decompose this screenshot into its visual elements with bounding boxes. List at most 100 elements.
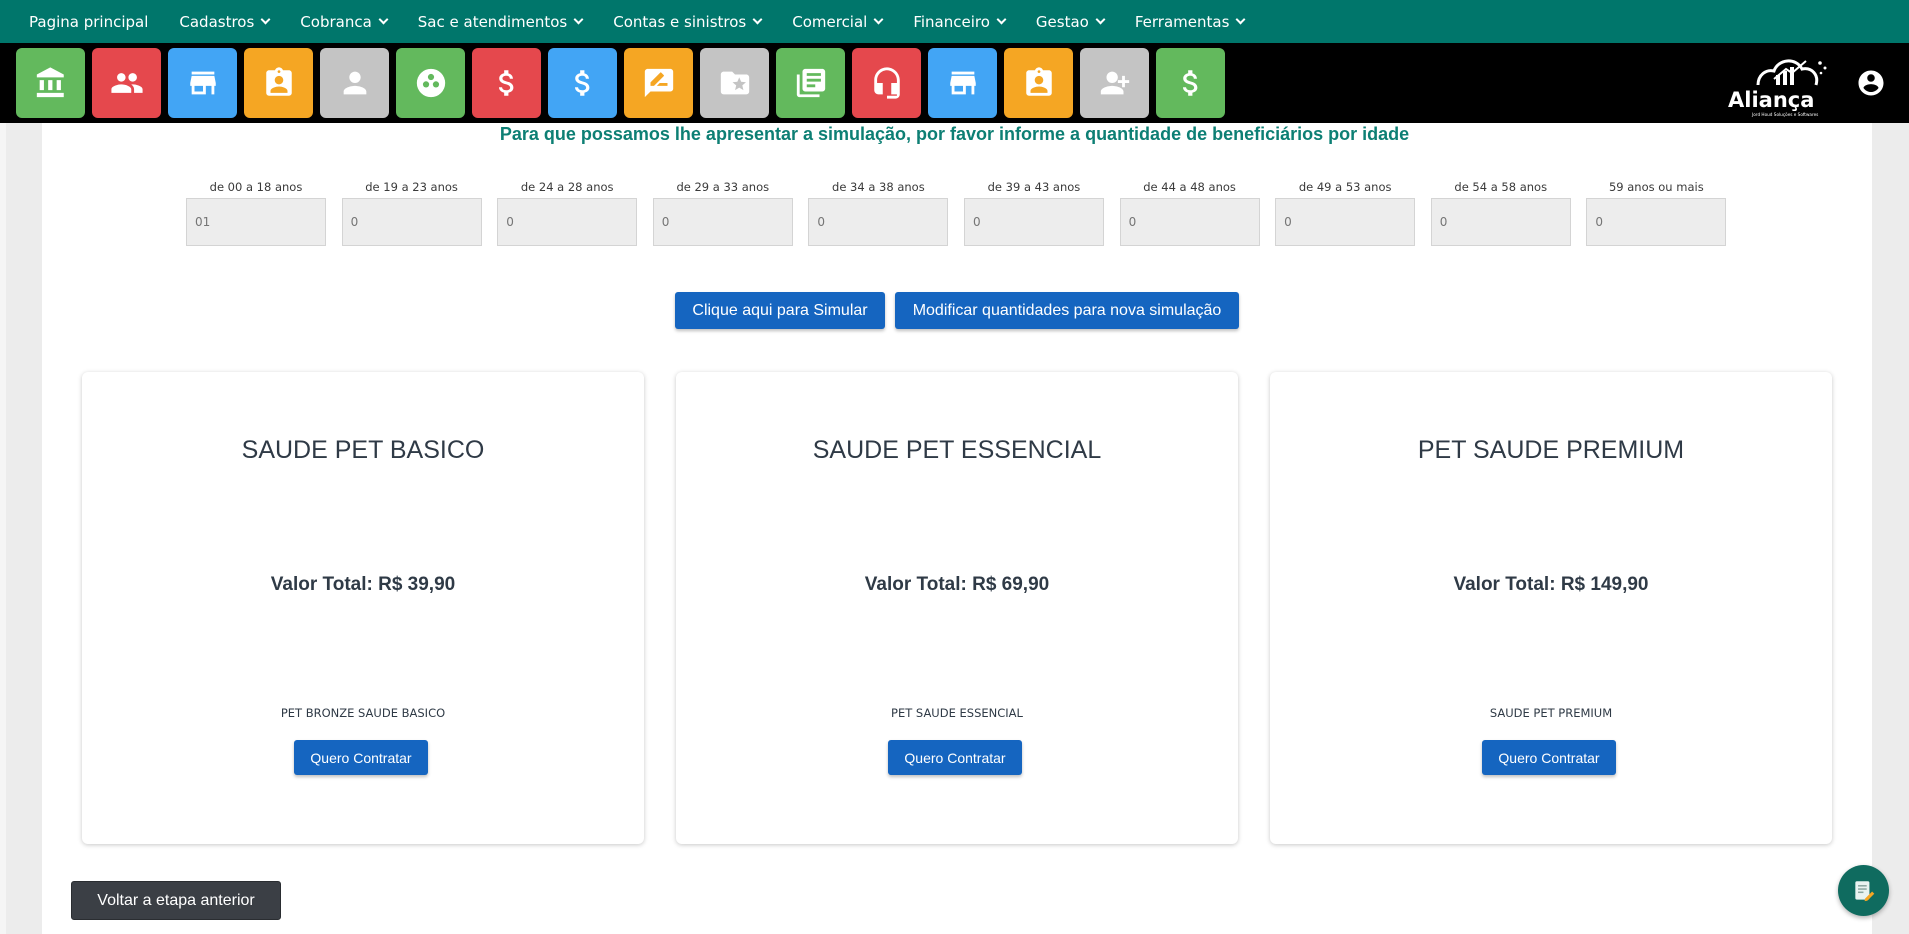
- chevron-down-icon: [378, 14, 389, 25]
- age-group-29-33: de 29 a 33 anos: [652, 180, 793, 246]
- age-quantity-input[interactable]: [808, 198, 949, 246]
- nav-label: Ferramentas: [1134, 12, 1230, 31]
- nav-financeiro[interactable]: Financeiro: [913, 12, 1007, 31]
- logo-text: Aliança: [1728, 88, 1814, 112]
- age-group-inputs: de 00 a 18 anos de 19 a 23 anos de 24 a …: [186, 180, 1742, 246]
- plan-card-basico: SAUDE PET BASICO Valor Total: R$ 39,90 P…: [82, 372, 644, 844]
- notes-edit-icon: [1854, 880, 1874, 901]
- user-account-button[interactable]: [1856, 68, 1886, 98]
- tile-badge[interactable]: [244, 48, 313, 118]
- nav-comercial[interactable]: Comercial: [792, 13, 884, 31]
- tile-review[interactable]: [624, 48, 693, 118]
- nav-gestao[interactable]: Gestao: [1035, 12, 1106, 31]
- tile-people[interactable]: [92, 48, 161, 118]
- store-icon: [949, 71, 976, 95]
- plan-card-premium: PET SAUDE PREMIUM Valor Total: R$ 149,90…: [1270, 372, 1832, 844]
- nav-sac[interactable]: Sac e atendimentos: [417, 12, 584, 31]
- age-quantity-input[interactable]: [652, 198, 793, 246]
- age-quantity-input[interactable]: [1119, 198, 1260, 246]
- tile-folder[interactable]: [700, 48, 769, 118]
- top-nav: Pagina principal Cadastros Cobranca Sac …: [0, 0, 1909, 43]
- tile-add-person[interactable]: [1080, 48, 1149, 118]
- tile-dollar-1[interactable]: [472, 48, 541, 118]
- nav-contas[interactable]: Contas e sinistros: [613, 12, 763, 31]
- nav-label: Contas e sinistros: [613, 12, 747, 31]
- chevron-down-icon: [996, 14, 1007, 25]
- nav-cobranca[interactable]: Cobranca: [300, 13, 389, 31]
- age-group-0-18: de 00 a 18 anos: [186, 180, 326, 246]
- people-icon: [110, 73, 143, 93]
- plan-title: PET SAUDE PREMIUM: [1417, 436, 1685, 464]
- hire-button[interactable]: Quero Contratar: [294, 740, 428, 775]
- nav-label: Financeiro: [913, 12, 990, 31]
- tile-badge-2[interactable]: [1004, 48, 1073, 118]
- simulation-headline: Para que possamos lhe apresentar a simul…: [499, 124, 1410, 144]
- nav-cadastros[interactable]: Cadastros: [179, 13, 271, 31]
- newspaper-icon: [796, 68, 825, 98]
- floating-action-button[interactable]: [1838, 865, 1889, 916]
- age-label: de 54 a 58 anos: [1454, 180, 1548, 194]
- chevron-down-icon: [873, 14, 884, 25]
- age-group-49-53: de 49 a 53 anos: [1275, 180, 1416, 246]
- dollar-icon: [498, 70, 513, 96]
- hire-button[interactable]: Quero Contratar: [888, 740, 1022, 775]
- age-group-34-38: de 34 a 38 anos: [808, 180, 949, 246]
- nav-ferramentas[interactable]: Ferramentas: [1134, 12, 1246, 31]
- icon-toolbar: Aliança Jord Houd Soluções e Softwares: [0, 43, 1909, 123]
- nav-pagina-principal[interactable]: Pagina principal: [29, 13, 148, 31]
- age-quantity-input[interactable]: [1586, 198, 1727, 246]
- age-group-19-23: de 19 a 23 anos: [341, 180, 482, 246]
- age-quantity-input[interactable]: [1275, 198, 1416, 246]
- rate-review-icon: [644, 68, 673, 98]
- plan-card-essencial: SAUDE PET ESSENCIAL Valor Total: R$ 69,9…: [676, 372, 1238, 844]
- tile-person[interactable]: [320, 48, 389, 118]
- age-group-59-plus: 59 anos ou mais: [1586, 180, 1727, 246]
- tile-store[interactable]: [168, 48, 237, 118]
- chevron-down-icon: [752, 14, 763, 25]
- plan-price: Valor Total: R$ 39,90: [270, 574, 456, 595]
- plan-product-name: SAUDE PET PREMIUM: [1489, 706, 1613, 720]
- plan-price: Valor Total: R$ 149,90: [1453, 574, 1649, 595]
- plan-product-name: PET BRONZE SAUDE BASICO: [280, 706, 446, 720]
- nav-label: Pagina principal: [29, 12, 149, 31]
- nav-label: Sac e atendimentos: [417, 12, 568, 31]
- account-circle-icon: [1858, 70, 1884, 96]
- alianca-logo[interactable]: Aliança Jord Houd Soluções e Softwares: [1724, 49, 1840, 117]
- back-button[interactable]: Voltar a etapa anterior: [71, 881, 281, 920]
- modify-quantities-button[interactable]: Modificar quantidades para nova simulaçã…: [895, 292, 1239, 329]
- page-edge: [0, 123, 6, 934]
- age-label: de 00 a 18 anos: [209, 180, 303, 194]
- tile-dollar-2[interactable]: [548, 48, 617, 118]
- age-quantity-input[interactable]: [186, 198, 326, 246]
- chevron-down-icon: [1095, 14, 1106, 25]
- age-quantity-input[interactable]: [1430, 198, 1571, 246]
- age-label: de 49 a 53 anos: [1298, 180, 1392, 194]
- bank-icon: [36, 67, 64, 98]
- nav-label: Gestao: [1035, 12, 1089, 31]
- folder-star-icon: [720, 71, 749, 95]
- dollar-icon: [574, 70, 589, 96]
- chevron-down-icon: [1235, 14, 1246, 25]
- age-label: de 19 a 23 anos: [365, 180, 458, 194]
- age-group-54-58: de 54 a 58 anos: [1430, 180, 1571, 246]
- id-badge-icon: [1025, 67, 1052, 96]
- tile-bubbles[interactable]: [396, 48, 465, 118]
- tile-store-2[interactable]: [928, 48, 997, 118]
- tile-bank[interactable]: [16, 48, 85, 118]
- plan-title: SAUDE PET ESSENCIAL: [812, 436, 1102, 464]
- age-quantity-input[interactable]: [497, 198, 638, 246]
- tile-news[interactable]: [776, 48, 845, 118]
- age-quantity-input[interactable]: [963, 198, 1104, 246]
- age-group-24-28: de 24 a 28 anos: [497, 180, 638, 246]
- tile-support[interactable]: [852, 48, 921, 118]
- age-label: 59 anos ou mais: [1608, 180, 1704, 194]
- add-person-icon: [1100, 71, 1129, 95]
- plan-product-name: PET SAUDE ESSENCIAL: [891, 706, 1023, 720]
- age-quantity-input[interactable]: [341, 198, 482, 246]
- plan-price: Valor Total: R$ 69,90: [864, 574, 1050, 595]
- age-label: de 44 a 48 anos: [1143, 180, 1236, 194]
- simulate-button[interactable]: Clique aqui para Simular: [675, 292, 885, 329]
- tile-dollar-3[interactable]: [1156, 48, 1225, 118]
- age-label: de 29 a 33 anos: [676, 180, 770, 194]
- hire-button[interactable]: Quero Contratar: [1482, 740, 1616, 775]
